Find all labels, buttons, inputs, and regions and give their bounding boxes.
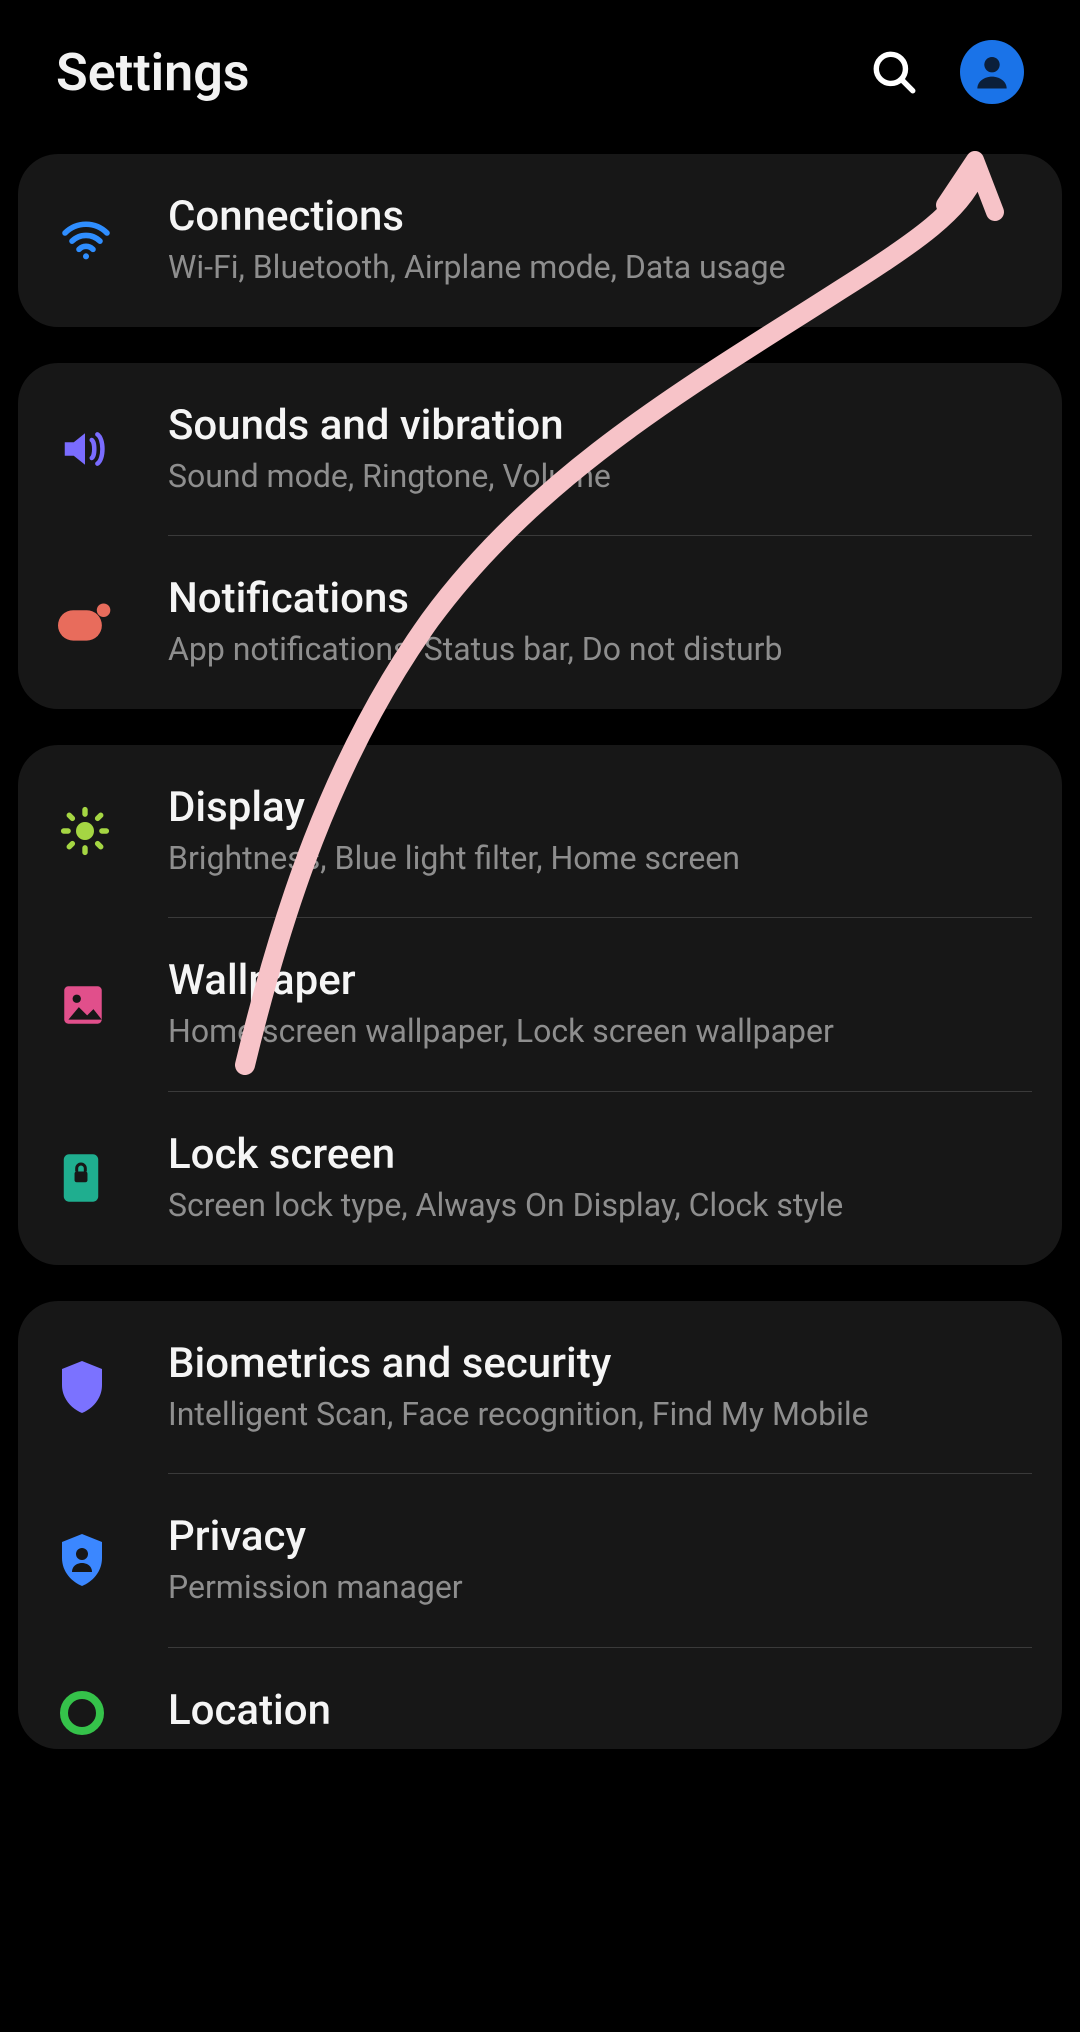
wifi-icon <box>58 212 114 268</box>
header: Settings <box>0 0 1080 154</box>
settings-item-sounds[interactable]: Sounds and vibration Sound mode, Rington… <box>18 363 1062 536</box>
icon-wrap <box>48 1150 168 1206</box>
text-col: Display Brightness, Blue light filter, H… <box>168 783 1032 880</box>
item-subtitle: Screen lock type, Always On Display, Clo… <box>168 1185 1032 1227</box>
settings-item-location[interactable]: Location <box>18 1648 1062 1749</box>
icon-wrap <box>48 601 168 643</box>
account-button[interactable] <box>960 40 1024 104</box>
icon-wrap <box>48 804 168 858</box>
text-col: Privacy Permission manager <box>168 1512 1032 1609</box>
person-icon <box>970 50 1014 94</box>
item-title: Connections <box>168 192 1032 241</box>
item-subtitle: Brightness, Blue light filter, Home scre… <box>168 838 1032 880</box>
text-col: Wallpaper Home screen wallpaper, Lock sc… <box>168 956 1032 1053</box>
settings-item-lockscreen[interactable]: Lock screen Screen lock type, Always On … <box>18 1092 1062 1265</box>
text-col: Biometrics and security Intelligent Scan… <box>168 1339 1032 1436</box>
text-col: Lock screen Screen lock type, Always On … <box>168 1130 1032 1227</box>
item-title: Lock screen <box>168 1130 1032 1179</box>
settings-item-privacy[interactable]: Privacy Permission manager <box>18 1474 1062 1647</box>
sound-icon <box>58 422 112 476</box>
item-subtitle: Intelligent Scan, Face recognition, Find… <box>168 1394 1032 1436</box>
search-button[interactable] <box>864 42 924 102</box>
text-col: Sounds and vibration Sound mode, Rington… <box>168 401 1032 498</box>
header-actions <box>864 40 1024 104</box>
settings-list[interactable]: Connections Wi-Fi, Bluetooth, Airplane m… <box>0 154 1080 1749</box>
icon-wrap <box>48 980 168 1030</box>
item-title: Location <box>168 1686 1032 1735</box>
item-subtitle: Sound mode, Ringtone, Volume <box>168 456 1032 498</box>
settings-group: Sounds and vibration Sound mode, Rington… <box>18 363 1062 709</box>
item-subtitle: App notifications, Status bar, Do not di… <box>168 629 1032 671</box>
location-icon <box>58 1689 106 1737</box>
wallpaper-icon <box>58 980 108 1030</box>
icon-wrap <box>48 422 168 476</box>
notifications-icon <box>58 601 112 643</box>
shield-icon <box>58 1359 106 1415</box>
icon-wrap <box>48 1532 168 1588</box>
item-title: Notifications <box>168 574 1032 623</box>
item-title: Wallpaper <box>168 956 1032 1005</box>
settings-group: Display Brightness, Blue light filter, H… <box>18 745 1062 1265</box>
brightness-icon <box>58 804 112 858</box>
search-icon <box>869 47 919 97</box>
icon-wrap <box>48 1359 168 1415</box>
settings-item-display[interactable]: Display Brightness, Blue light filter, H… <box>18 745 1062 918</box>
item-subtitle: Permission manager <box>168 1567 1032 1609</box>
item-subtitle: Home screen wallpaper, Lock screen wallp… <box>168 1011 1032 1053</box>
settings-item-connections[interactable]: Connections Wi-Fi, Bluetooth, Airplane m… <box>18 154 1062 327</box>
item-title: Display <box>168 783 1032 832</box>
icon-wrap <box>48 1689 168 1737</box>
settings-group: Connections Wi-Fi, Bluetooth, Airplane m… <box>18 154 1062 327</box>
settings-item-biometrics[interactable]: Biometrics and security Intelligent Scan… <box>18 1301 1062 1474</box>
text-col: Notifications App notifications, Status … <box>168 574 1032 671</box>
item-title: Privacy <box>168 1512 1032 1561</box>
item-title: Sounds and vibration <box>168 401 1032 450</box>
text-col: Connections Wi-Fi, Bluetooth, Airplane m… <box>168 192 1032 289</box>
settings-item-notifications[interactable]: Notifications App notifications, Status … <box>18 536 1062 709</box>
page-title: Settings <box>56 42 250 103</box>
item-subtitle: Wi-Fi, Bluetooth, Airplane mode, Data us… <box>168 247 1032 289</box>
lock-icon <box>58 1150 104 1206</box>
item-title: Biometrics and security <box>168 1339 1032 1388</box>
settings-group: Biometrics and security Intelligent Scan… <box>18 1301 1062 1749</box>
privacy-icon <box>58 1532 106 1588</box>
settings-item-wallpaper[interactable]: Wallpaper Home screen wallpaper, Lock sc… <box>18 918 1062 1091</box>
text-col: Location <box>168 1686 1032 1741</box>
icon-wrap <box>48 212 168 268</box>
